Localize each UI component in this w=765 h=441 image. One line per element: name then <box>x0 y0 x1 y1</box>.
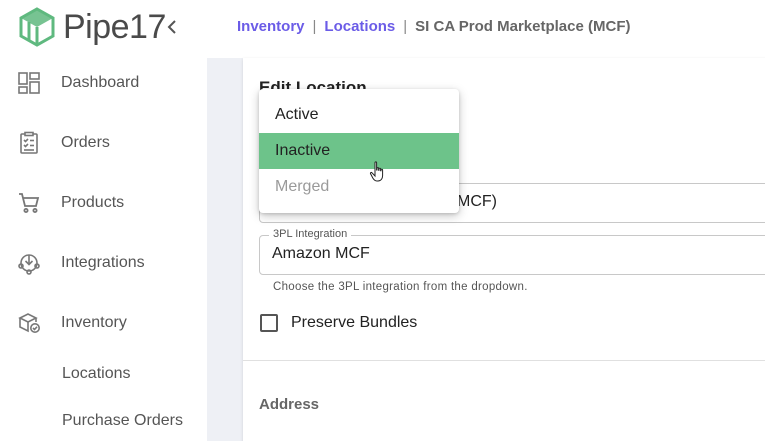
sidebar-item-integrations[interactable]: Integrations <box>0 243 207 283</box>
integration-value: Amazon MCF <box>272 245 370 262</box>
breadcrumb-locations[interactable]: Locations <box>324 18 395 35</box>
status-dropdown-menu: Active Inactive Merged <box>259 89 459 213</box>
breadcrumb-separator: | <box>403 18 408 35</box>
topbar: Inventory | Locations | SI CA Prod Marke… <box>207 0 765 58</box>
status-option-inactive[interactable]: Inactive <box>259 133 459 169</box>
integration-select[interactable]: 3PL Integration Amazon MCF <box>259 228 765 275</box>
integration-label: 3PL Integration <box>269 228 352 240</box>
sidebar-item-label: Inventory <box>61 314 127 331</box>
integrations-icon <box>17 251 41 275</box>
pipe17-logo-icon <box>19 7 55 47</box>
sidebar-item-products[interactable]: Products <box>0 183 207 223</box>
address-section-title: Address <box>259 396 320 413</box>
sidebar: Pipe17 Dashboard Orders Products Integra… <box>0 0 207 441</box>
sidebar-subitem-purchase-orders[interactable]: Purchase Orders <box>62 412 183 430</box>
inventory-icon <box>17 311 41 335</box>
preserve-bundles-label: Preserve Bundles <box>291 314 418 331</box>
breadcrumb: Inventory | Locations | SI CA Prod Marke… <box>237 18 630 35</box>
sidebar-item-label: Integrations <box>61 254 145 271</box>
sidebar-item-inventory[interactable]: Inventory <box>0 303 207 343</box>
sidebar-subitem-locations[interactable]: Locations <box>62 365 131 383</box>
logo[interactable]: Pipe17 <box>17 7 166 47</box>
dashboard-icon <box>17 71 41 95</box>
cart-icon <box>17 191 41 215</box>
divider <box>243 360 765 361</box>
collapse-sidebar-button[interactable] <box>164 15 180 39</box>
breadcrumb-inventory[interactable]: Inventory <box>237 18 305 35</box>
orders-icon <box>17 131 41 155</box>
sidebar-item-label: Orders <box>61 134 110 151</box>
sidebar-item-orders[interactable]: Orders <box>0 123 207 163</box>
breadcrumb-current: SI CA Prod Marketplace (MCF) <box>415 18 631 35</box>
location-name-value: MCF) <box>457 193 497 210</box>
sidebar-item-label: Products <box>61 194 125 211</box>
status-option-active[interactable]: Active <box>259 97 459 133</box>
preserve-bundles-row[interactable]: Preserve Bundles <box>260 314 417 332</box>
brand-name: Pipe17 <box>63 7 166 46</box>
sidebar-item-label: Dashboard <box>61 74 140 91</box>
preserve-bundles-checkbox[interactable] <box>260 314 278 332</box>
status-option-merged: Merged <box>275 178 330 195</box>
integration-helper-text: Choose the 3PL integration from the drop… <box>273 281 528 293</box>
sidebar-item-dashboard[interactable]: Dashboard <box>0 63 207 103</box>
chevron-left-icon <box>167 20 176 34</box>
breadcrumb-separator: | <box>312 18 317 35</box>
hand-pointer-cursor-icon <box>369 161 384 182</box>
